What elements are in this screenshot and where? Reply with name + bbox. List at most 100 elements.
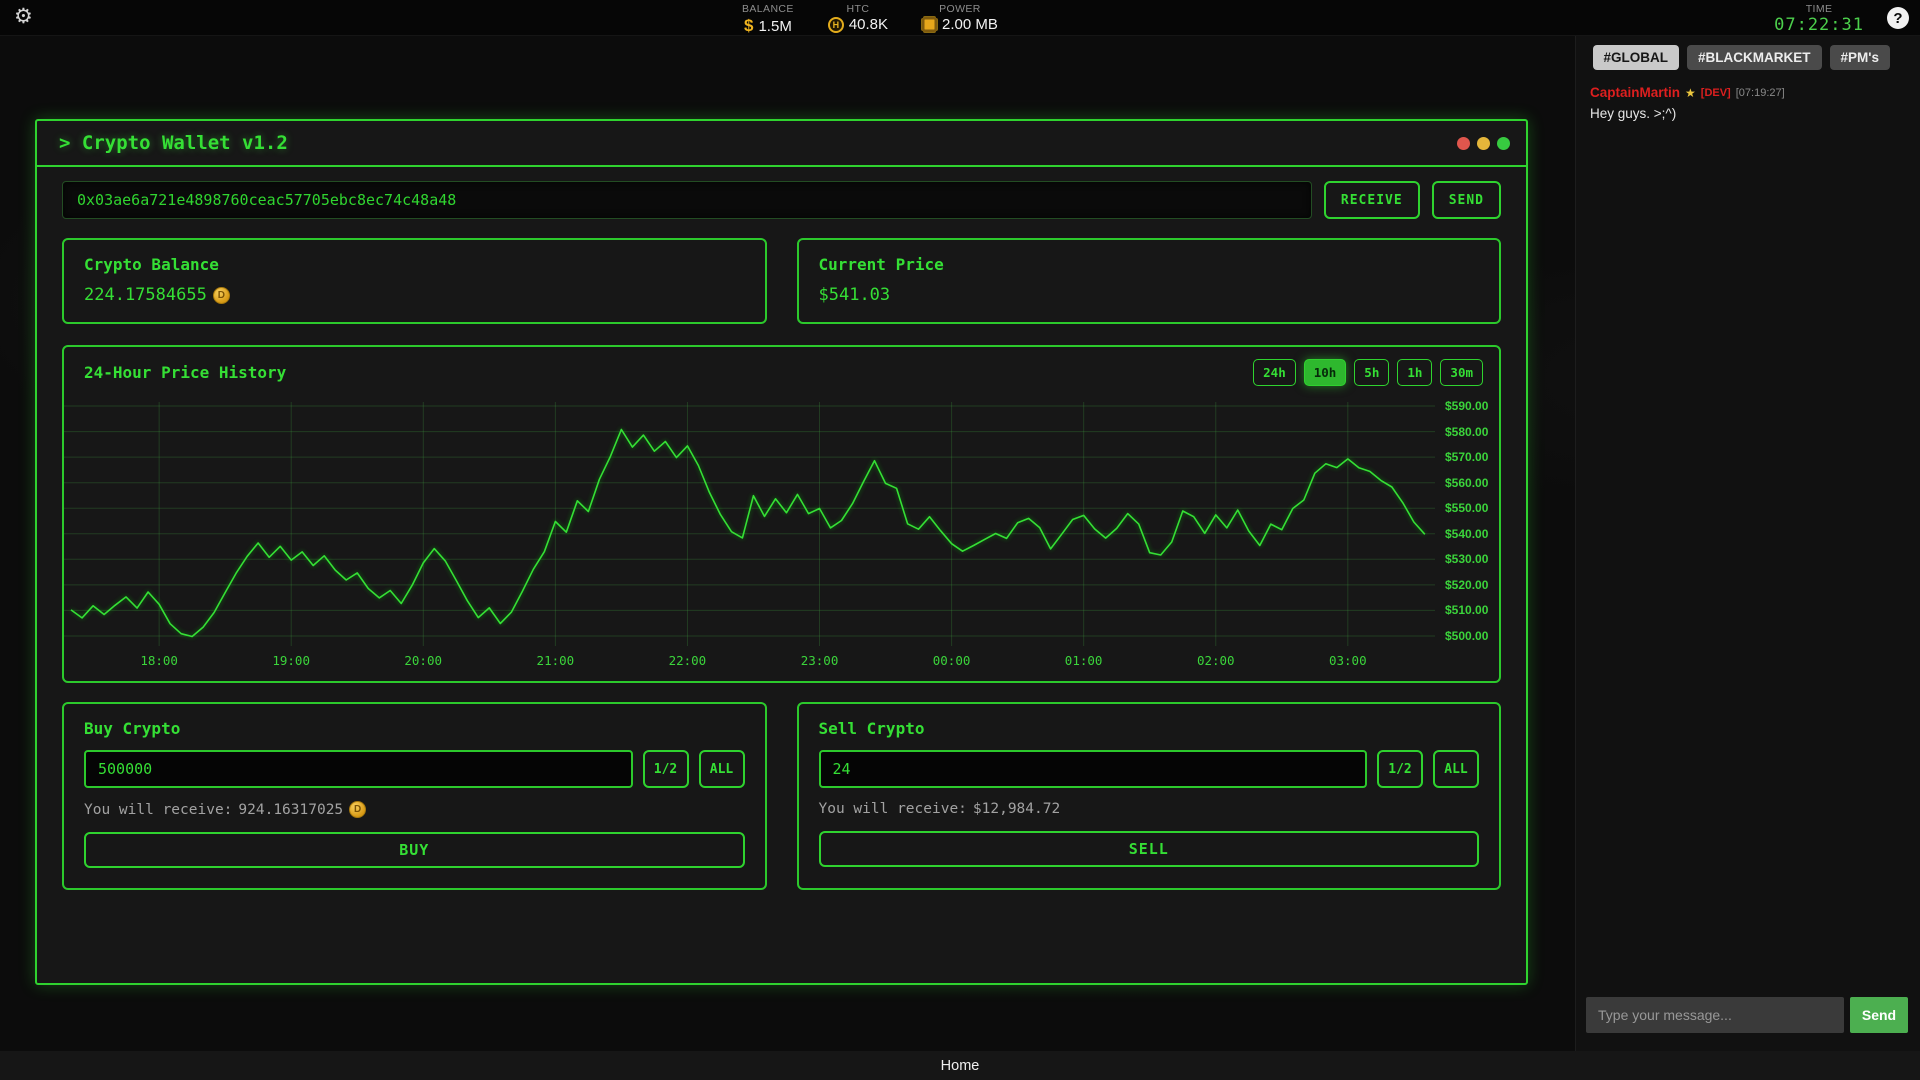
send-button[interactable]: SEND xyxy=(1432,181,1501,219)
buy-receive-value: 924.16317025 xyxy=(238,802,343,818)
stat-label: BALANCE xyxy=(742,3,794,15)
sell-receive-value: $12,984.72 xyxy=(973,801,1060,817)
stat-value-text: 1.5M xyxy=(758,18,791,35)
y-axis-label: $510.00 xyxy=(1445,603,1488,617)
chat-tab-pms[interactable]: #PM's xyxy=(1830,45,1890,70)
buy-half-button[interactable]: 1/2 xyxy=(643,750,689,788)
top-bar: ⚙ BALANCE$1.5M HTCH 40.8K POWER2.00 MB TIME… xyxy=(0,0,1920,36)
buy-amount-row: 1/2 ALL xyxy=(84,750,745,788)
sell-receive-prefix: You will receive: xyxy=(819,801,967,817)
price-history-panel: 24-Hour Price History 24h10h5h1h30m $590… xyxy=(62,345,1501,683)
y-axis-label: $570.00 xyxy=(1445,450,1488,464)
sell-amount-row: 1/2 ALL xyxy=(819,750,1480,788)
dollar-icon: $ xyxy=(744,16,753,36)
sell-crypto-panel: Sell Crypto 1/2 ALL You will receive: $1… xyxy=(797,702,1502,890)
message-header: CaptainMartin★[DEV][07:19:27] xyxy=(1590,85,1906,100)
chat-tab-blackmarket[interactable]: #BLACKMARKET xyxy=(1687,45,1822,70)
x-axis-label: 21:00 xyxy=(537,653,575,668)
topbar-stat-power: POWER2.00 MB xyxy=(922,3,998,36)
range-button-1h[interactable]: 1h xyxy=(1397,359,1432,386)
chat-tabs: #GLOBAL #BLACKMARKET #PM's xyxy=(1576,36,1920,70)
sell-button[interactable]: SELL xyxy=(819,831,1480,867)
chat-send-button[interactable]: Send xyxy=(1850,997,1908,1033)
sell-amount-input[interactable] xyxy=(819,750,1368,788)
buy-all-button[interactable]: ALL xyxy=(699,750,745,788)
buy-panel-title: Buy Crypto xyxy=(84,719,745,738)
stat-value-text: 2.00 MB xyxy=(942,16,998,33)
address-row: RECEIVE SEND xyxy=(62,181,1501,219)
chat-message: CaptainMartin★[DEV][07:19:27]Hey guys. >… xyxy=(1590,85,1906,121)
window-maximize-button[interactable] xyxy=(1497,137,1510,150)
crypto-balance-panel: Crypto Balance 224.17584655 D xyxy=(62,238,767,324)
x-axis-label: 19:00 xyxy=(272,653,310,668)
x-axis-label: 02:00 xyxy=(1197,653,1235,668)
bottom-bar: Home xyxy=(0,1051,1920,1080)
window-minimize-button[interactable] xyxy=(1477,137,1490,150)
range-button-10h[interactable]: 10h xyxy=(1304,359,1347,386)
time-value: 07:22:31 xyxy=(1774,15,1864,35)
range-button-5h[interactable]: 5h xyxy=(1354,359,1389,386)
help-icon[interactable]: ? xyxy=(1887,7,1909,29)
buy-crypto-panel: Buy Crypto 1/2 ALL You will receive: 924… xyxy=(62,702,767,890)
x-axis-label: 00:00 xyxy=(933,653,971,668)
current-price-value: $541.03 xyxy=(819,285,1480,305)
chart-body: $590.00$580.00$570.00$560.00$550.00$540.… xyxy=(64,398,1499,650)
window-content: RECEIVE SEND Crypto Balance 224.17584655… xyxy=(37,167,1526,890)
stat-value: H 40.8K xyxy=(828,16,888,33)
power-chip-icon xyxy=(922,17,937,32)
x-axis-label: 23:00 xyxy=(801,653,839,668)
chart-header: 24-Hour Price History 24h10h5h1h30m xyxy=(64,347,1499,396)
chart-y-axis: $590.00$580.00$570.00$560.00$550.00$540.… xyxy=(1437,398,1499,650)
chat-input-row: Send xyxy=(1586,997,1908,1033)
current-price-panel: Current Price $541.03 xyxy=(797,238,1502,324)
home-nav-button[interactable]: Home xyxy=(941,1058,980,1074)
message-role-tag: [DEV] xyxy=(1701,87,1731,99)
range-button-24h[interactable]: 24h xyxy=(1253,359,1296,386)
sell-receive-line: You will receive: $12,984.72 xyxy=(819,801,1480,817)
time-display: TIME 07:22:31 xyxy=(1774,3,1864,35)
message-timestamp: [07:19:27] xyxy=(1736,87,1785,99)
window-title-bar[interactable]: > Crypto Wallet v1.2 xyxy=(37,121,1526,167)
crypto-coin-icon: D xyxy=(213,287,230,304)
topbar-stat-htc: HTCH 40.8K xyxy=(828,3,888,36)
chat-message-input[interactable] xyxy=(1586,997,1844,1033)
time-label: TIME xyxy=(1774,3,1864,15)
sell-all-button[interactable]: ALL xyxy=(1433,750,1479,788)
window-title: > Crypto Wallet v1.2 xyxy=(59,132,288,154)
crypto-balance-title: Crypto Balance xyxy=(84,255,745,274)
chat-sidebar: #GLOBAL#BLACKMARKET#PM's CaptainMartin★[… xyxy=(1575,36,1920,1051)
current-price-amount: $541.03 xyxy=(819,285,891,305)
window-controls xyxy=(1457,137,1510,150)
crypto-coin-icon: D xyxy=(349,801,366,818)
y-axis-label: $520.00 xyxy=(1445,578,1488,592)
x-axis-label: 03:00 xyxy=(1329,653,1367,668)
settings-gear-icon[interactable]: ⚙ xyxy=(14,6,33,28)
message-text: Hey guys. >;^) xyxy=(1590,106,1906,121)
chat-tab-global[interactable]: #GLOBAL xyxy=(1593,45,1680,70)
buy-receive-prefix: You will receive: xyxy=(84,802,232,818)
trade-panels: Buy Crypto 1/2 ALL You will receive: 924… xyxy=(62,702,1501,890)
window-close-button[interactable] xyxy=(1457,137,1470,150)
message-username: CaptainMartin xyxy=(1590,85,1680,100)
summary-panels: Crypto Balance 224.17584655 D Current Pr… xyxy=(62,238,1501,324)
range-button-30m[interactable]: 30m xyxy=(1440,359,1483,386)
x-axis-label: 20:00 xyxy=(404,653,442,668)
topbar-stat-balance: BALANCE$1.5M xyxy=(742,3,794,36)
chart-range-buttons: 24h 10h 5h 1h 30m xyxy=(1253,359,1483,386)
current-price-title: Current Price xyxy=(819,255,1480,274)
sell-half-button[interactable]: 1/2 xyxy=(1377,750,1423,788)
stat-label: HTC xyxy=(847,3,870,15)
y-axis-label: $550.00 xyxy=(1445,501,1488,515)
buy-amount-input[interactable] xyxy=(84,750,633,788)
y-axis-label: $560.00 xyxy=(1445,476,1488,490)
sell-panel-title: Sell Crypto xyxy=(819,719,1480,738)
receive-button[interactable]: RECEIVE xyxy=(1324,181,1420,219)
wallet-address-input[interactable] xyxy=(62,181,1312,219)
stat-value-text: 40.8K xyxy=(849,16,888,33)
buy-button[interactable]: BUY xyxy=(84,832,745,868)
htc-coin-icon: H xyxy=(828,17,844,33)
stat-value: $1.5M xyxy=(744,16,792,36)
buy-receive-line: You will receive: 924.16317025 D xyxy=(84,801,745,818)
topbar-stats: BALANCE$1.5M HTCH 40.8K POWER2.00 MB xyxy=(742,3,998,36)
chat-messages: CaptainMartin★[DEV][07:19:27]Hey guys. >… xyxy=(1576,70,1920,121)
